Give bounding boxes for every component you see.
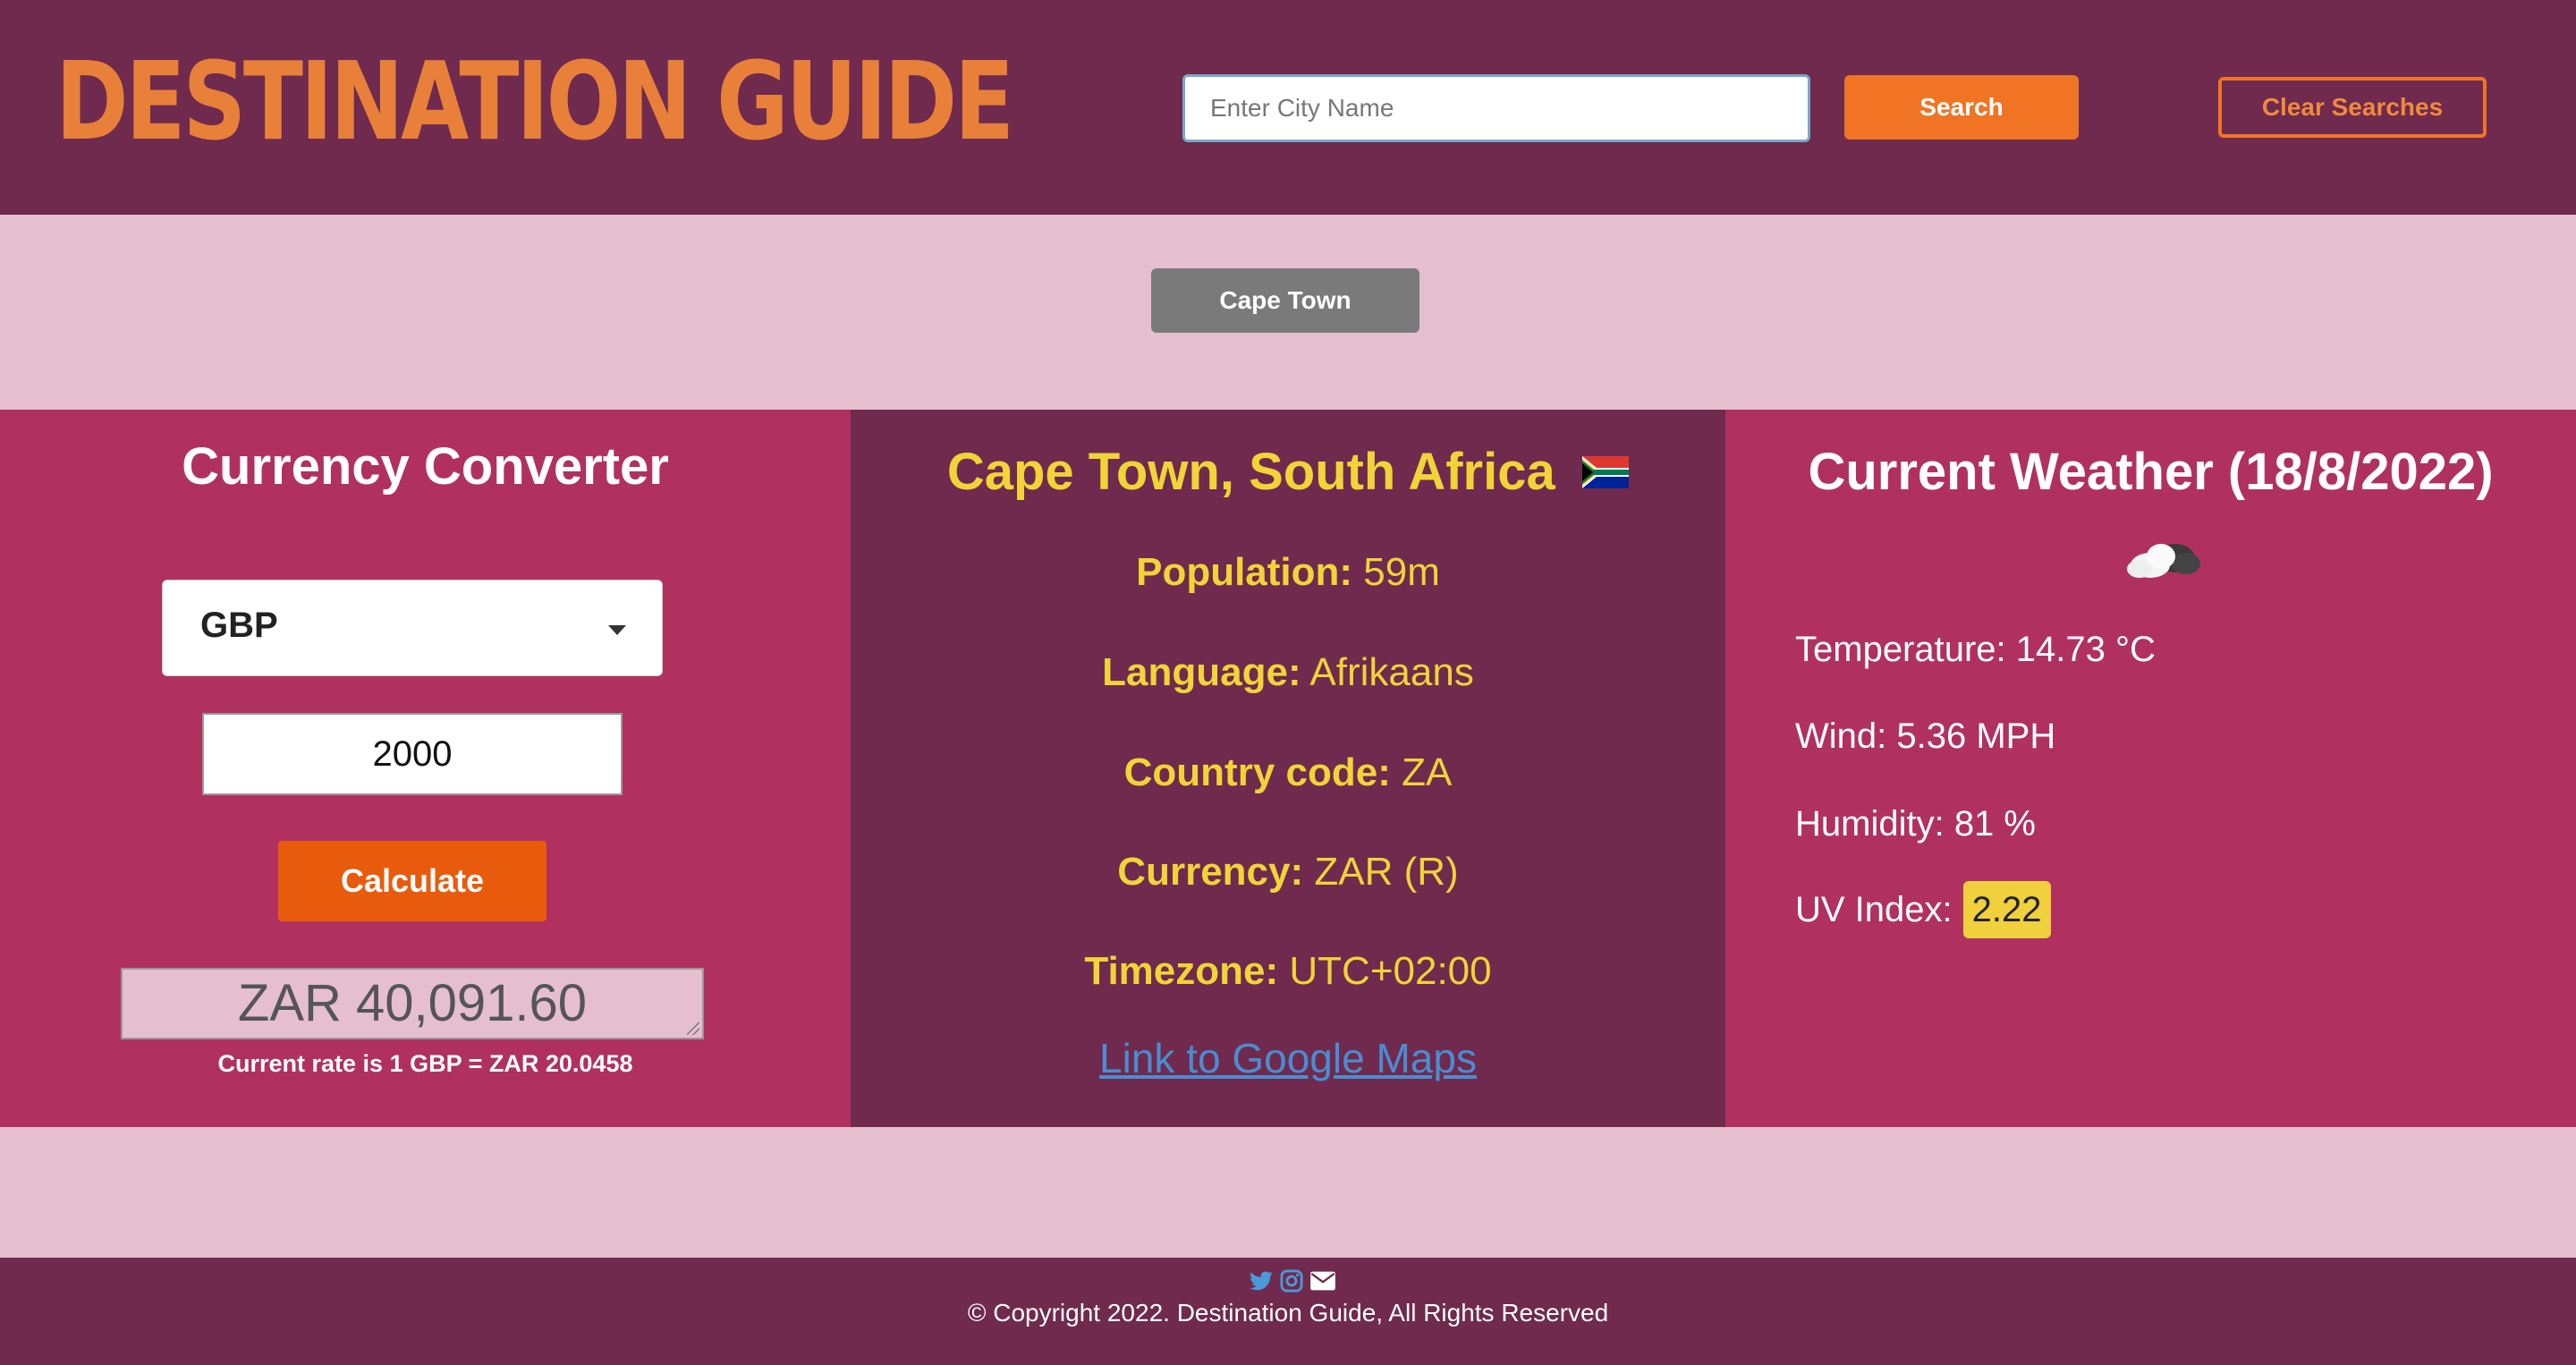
social-links	[1249, 1268, 1335, 1299]
cloudy-night-icon	[2127, 544, 2200, 578]
footer: © Copyright 2022. Destination Guide, All…	[0, 1258, 2576, 1365]
timezone-row: Timezone: UTC+02:00	[851, 945, 1725, 998]
history-item-cape-town[interactable]: Cape Town	[1151, 268, 1419, 333]
country-code-row: Country code: ZA	[851, 746, 1725, 800]
exchange-rate-text: Current rate is 1 GBP = ZAR 20.0458	[217, 1050, 633, 1077]
envelope-icon[interactable]	[1309, 1268, 1336, 1293]
currency-select[interactable]: GBP	[162, 580, 663, 676]
clear-searches-button[interactable]: Clear Searches	[2218, 77, 2487, 138]
uv-index-badge: 2.22	[1962, 881, 2051, 938]
weather-panel: Current Weather (18/8/2022) Temperature:…	[1725, 410, 2576, 1127]
conversion-result-text: ZAR 40,091.60	[237, 974, 588, 1032]
currency-converter-title: Currency Converter	[182, 437, 669, 496]
timezone-value: UTC+02:00	[1289, 949, 1492, 993]
population-label: Population:	[1136, 550, 1353, 594]
currency-label: Currency:	[1117, 850, 1304, 894]
search-history: Cape Town	[0, 215, 2576, 410]
language-label: Language:	[1102, 650, 1301, 694]
uv-index-label: UV Index:	[1795, 890, 1953, 929]
city-info-panel: Cape Town, South Africa Population: 59m …	[851, 410, 1725, 1127]
conversion-result[interactable]: ZAR 40,091.60	[121, 968, 704, 1039]
copyright-text: © Copyright 2022. Destination Guide, All…	[967, 1299, 1609, 1327]
uv-index-row: UV Index: 2.22	[1795, 881, 2051, 938]
currency-row: Currency: ZAR (R)	[851, 845, 1725, 899]
resize-handle-icon[interactable]	[687, 1022, 699, 1035]
temperature-text: Temperature: 14.73 °C	[1795, 630, 2156, 669]
south-africa-flag-icon	[1582, 456, 1630, 488]
weather-title: Current Weather (18/8/2022)	[1808, 443, 2494, 501]
amount-input[interactable]	[202, 713, 623, 795]
population-row: Population: 59m	[851, 546, 1725, 599]
country-code-value: ZA	[1402, 750, 1453, 794]
city-title-row: Cape Town, South Africa	[851, 437, 1725, 508]
chevron-down-icon	[608, 625, 626, 635]
city-search-input[interactable]	[1182, 74, 1810, 142]
calculate-button[interactable]: Calculate	[278, 841, 547, 921]
header: DESTINATION GUIDE Search Clear Searches	[0, 0, 2576, 215]
humidity-text: Humidity: 81 %	[1795, 804, 2036, 844]
currency-value: ZAR (R)	[1314, 850, 1459, 894]
country-code-label: Country code:	[1123, 750, 1391, 794]
google-maps-link[interactable]: Link to Google Maps	[851, 1034, 1725, 1082]
search-button[interactable]: Search	[1844, 75, 2079, 140]
population-value: 59m	[1363, 550, 1440, 594]
language-value: Afrikaans	[1309, 650, 1474, 694]
instagram-icon[interactable]	[1279, 1268, 1304, 1293]
currency-converter-panel: Currency Converter GBP Calculate ZAR 40,…	[0, 410, 851, 1127]
twitter-icon[interactable]	[1249, 1268, 1274, 1293]
currency-select-value: GBP	[200, 606, 278, 645]
city-title: Cape Town, South Africa	[946, 443, 1555, 501]
language-row: Language: Afrikaans	[851, 646, 1725, 699]
wind-text: Wind: 5.36 MPH	[1795, 716, 2056, 756]
site-logo[interactable]: DESTINATION GUIDE	[55, 36, 1014, 170]
timezone-label: Timezone:	[1084, 949, 1279, 993]
